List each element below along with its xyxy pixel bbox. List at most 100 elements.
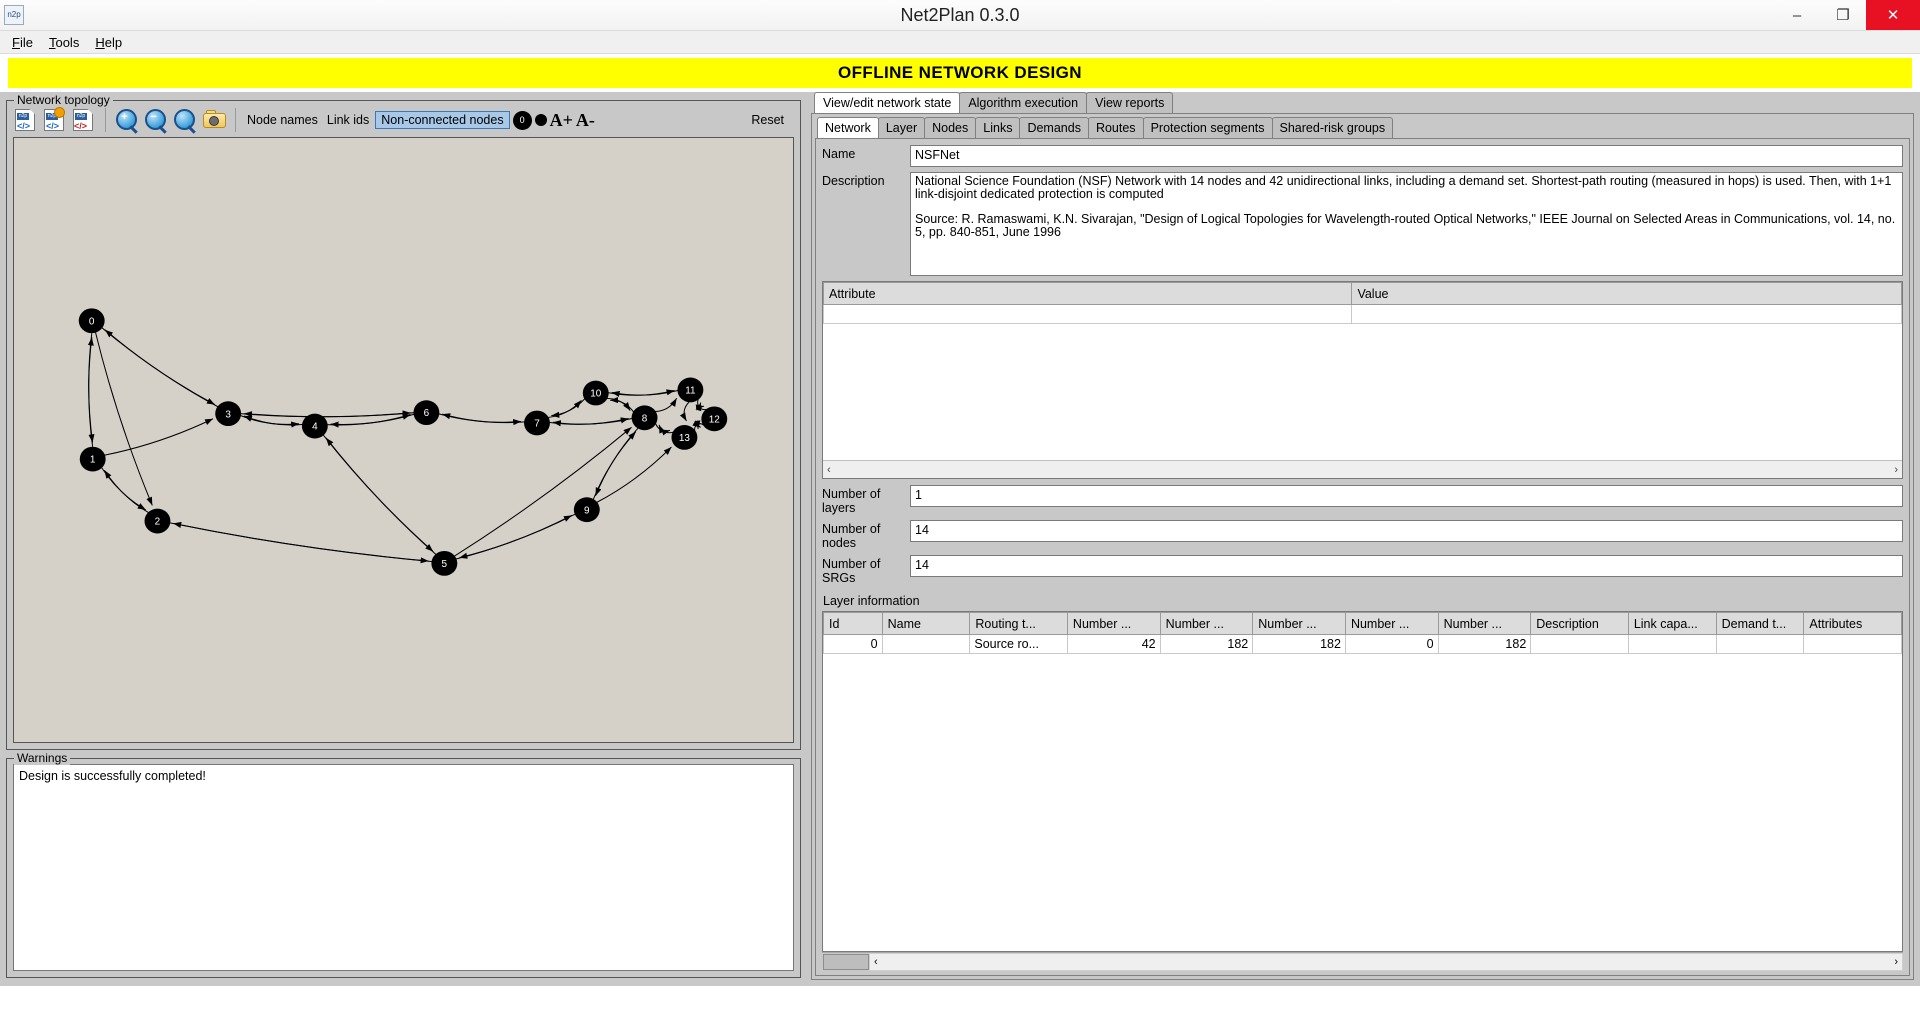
table-cell[interactable] [1627, 634, 1717, 654]
topology-node-2[interactable]: 2 [144, 508, 171, 534]
table-cell[interactable] [823, 304, 1353, 324]
topology-link[interactable] [169, 522, 429, 564]
link-ids-label[interactable]: Link ids [324, 113, 372, 127]
topology-link[interactable] [679, 401, 690, 422]
topology-link[interactable] [173, 521, 433, 563]
menu-help[interactable]: Help [87, 33, 130, 52]
topology-link[interactable] [453, 426, 632, 557]
node-small-icon[interactable] [534, 114, 547, 126]
topology-link[interactable] [101, 467, 146, 511]
non-connected-nodes-chip[interactable]: Non-connected nodes [375, 111, 510, 129]
save-design-icon[interactable]: n2p </> [71, 107, 97, 133]
topology-link[interactable] [103, 418, 214, 456]
layer-col-5[interactable]: Number ... [1252, 612, 1346, 635]
font-decrease-button[interactable]: A- [576, 110, 595, 131]
table-cell[interactable]: 0 [1344, 634, 1439, 654]
tab-view-edit-network-state[interactable]: View/edit network state [814, 92, 961, 113]
tab-layer[interactable]: Layer [877, 117, 926, 138]
topology-link[interactable] [595, 427, 639, 497]
topology-node-13[interactable]: 13 [671, 425, 698, 450]
table-cell[interactable]: 182 [1252, 634, 1346, 654]
node-large-icon[interactable]: 0 [512, 110, 532, 130]
table-cell[interactable] [1803, 634, 1902, 654]
layer-col-4[interactable]: Number ... [1159, 612, 1254, 635]
attributes-scroll-left-icon[interactable]: ‹ [827, 464, 831, 476]
topology-link[interactable] [95, 332, 153, 506]
load-demands-icon[interactable]: n2p </> [42, 107, 68, 133]
layer-col-6[interactable]: Number ... [1344, 612, 1439, 635]
topology-node-3[interactable]: 3 [215, 401, 242, 427]
topology-canvas[interactable]: 0 1 2 3 4 5 6 7 8 9 10 11 12 13 [13, 137, 794, 743]
layer-col-9[interactable]: Link capa... [1627, 612, 1717, 635]
layer-col-8[interactable]: Description [1530, 612, 1629, 635]
layer-scroll-left-icon[interactable]: ‹ [874, 956, 878, 968]
tab-routes[interactable]: Routes [1087, 117, 1144, 138]
layer-col-2[interactable]: Routing t... [969, 612, 1068, 635]
layer-scroll-thumb[interactable] [823, 954, 869, 970]
tab-protection-segments[interactable]: Protection segments [1142, 117, 1273, 138]
topology-node-12[interactable]: 12 [701, 406, 728, 432]
split-divider[interactable] [801, 92, 811, 980]
attributes-scroll-right-icon[interactable]: › [1894, 464, 1898, 476]
table-cell[interactable]: 182 [1437, 634, 1532, 654]
table-cell[interactable]: 0 [823, 634, 883, 654]
topology-link[interactable] [552, 417, 633, 427]
topology-link[interactable] [611, 389, 679, 397]
topology-link[interactable] [459, 513, 576, 559]
layer-col-3[interactable]: Number ... [1066, 612, 1161, 635]
node-names-label[interactable]: Node names [244, 113, 321, 127]
topology-link[interactable] [654, 398, 678, 413]
topology-link[interactable] [551, 398, 586, 418]
table-cell[interactable]: 182 [1159, 634, 1254, 654]
table-row[interactable]: 0 Source ro... 42 182 182 0 182 [823, 634, 1902, 654]
layer-col-0[interactable]: Id [823, 612, 883, 635]
topology-node-6[interactable]: 6 [413, 400, 440, 426]
attributes-col-value[interactable]: Value [1351, 282, 1902, 305]
tab-links[interactable]: Links [975, 117, 1021, 138]
load-design-icon[interactable]: n2p </> [13, 107, 39, 133]
description-textarea[interactable]: National Science Foundation (NSF) Networ… [910, 172, 1903, 276]
name-input[interactable]: NSFNet [910, 145, 1903, 167]
tab-shared-risk-groups[interactable]: Shared-risk groups [1271, 117, 1394, 138]
topology-link[interactable] [325, 437, 437, 555]
topology-node-5[interactable]: 5 [431, 550, 458, 576]
topology-node-10[interactable]: 10 [582, 380, 609, 406]
topology-link[interactable] [243, 415, 304, 426]
table-cell[interactable] [881, 634, 971, 654]
attributes-col-attribute[interactable]: Attribute [823, 282, 1353, 305]
topology-node-4[interactable]: 4 [301, 413, 328, 439]
topology-link[interactable] [596, 446, 672, 503]
topology-link[interactable] [104, 329, 219, 408]
camera-icon[interactable] [201, 107, 227, 133]
table-cell[interactable]: 42 [1066, 634, 1161, 654]
topology-node-1[interactable]: 1 [79, 446, 106, 472]
table-cell[interactable] [1715, 634, 1805, 654]
topology-link[interactable] [87, 337, 94, 447]
topology-link[interactable] [103, 470, 149, 514]
topology-node-7[interactable]: 7 [524, 410, 550, 436]
menu-file[interactable]: FFileile [4, 33, 41, 52]
topology-link[interactable] [244, 411, 415, 418]
table-cell[interactable] [1530, 634, 1629, 654]
layer-col-10[interactable]: Demand t... [1715, 612, 1805, 635]
topology-node-9[interactable]: 9 [573, 497, 600, 523]
menu-tools[interactable]: Tools [41, 33, 87, 52]
layer-scroll-right-icon[interactable]: › [1894, 956, 1898, 968]
layer-col-7[interactable]: Number ... [1437, 612, 1532, 635]
num-srgs-value[interactable]: 14 [910, 555, 1903, 577]
topology-link[interactable] [547, 399, 582, 419]
reset-button[interactable]: Reset [751, 113, 794, 127]
table-cell[interactable] [1351, 304, 1902, 324]
zoom-fit-icon[interactable] [172, 107, 198, 134]
layer-scroll-track[interactable]: ‹ › [869, 953, 1903, 971]
topology-node-11[interactable]: 11 [677, 377, 704, 403]
tab-demands[interactable]: Demands [1019, 117, 1089, 138]
tab-network[interactable]: Network [817, 117, 879, 138]
topology-link[interactable] [658, 424, 674, 434]
layer-col-1[interactable]: Name [881, 612, 971, 635]
attributes-hscrollbar[interactable]: ‹ › [823, 460, 1902, 478]
topology-link[interactable] [442, 413, 526, 424]
topology-link[interactable] [455, 514, 573, 560]
tab-algorithm-execution[interactable]: Algorithm execution [959, 92, 1088, 113]
tab-nodes[interactable]: Nodes [924, 117, 977, 138]
